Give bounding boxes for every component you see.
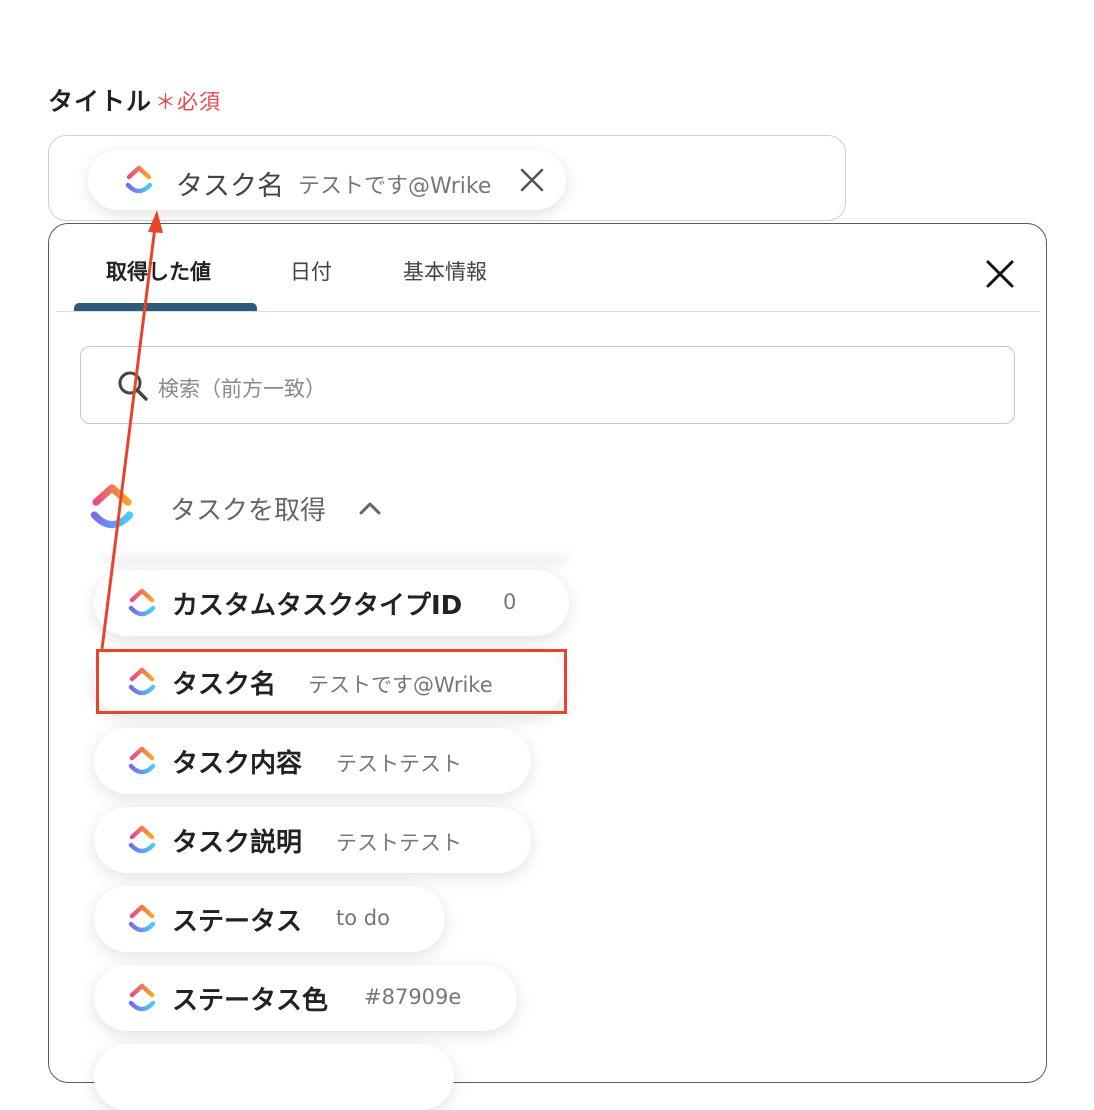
clickup-icon	[127, 586, 157, 620]
scroll-shadow	[102, 548, 570, 562]
selected-value-chip[interactable]: タスク名 テストです@Wrike	[88, 150, 566, 210]
search-icon	[118, 371, 148, 401]
item-name: タスク説明	[172, 828, 303, 858]
group-title[interactable]: タスクを取得	[170, 490, 326, 527]
item-value: #87909e	[364, 985, 462, 1009]
item-name: ステータス	[172, 907, 303, 937]
search-placeholder: 検索（前方一致）	[158, 377, 326, 401]
list-item[interactable]: ステータス to do	[94, 886, 445, 952]
required-badge: ＊必須	[155, 90, 221, 114]
chip-value: テストです@Wrike	[298, 174, 492, 199]
field-label: タイトル	[48, 87, 153, 116]
clickup-icon	[124, 163, 154, 197]
chip-name: タスク名	[176, 171, 284, 202]
active-tab-indicator	[74, 303, 257, 311]
item-value: 0	[503, 590, 517, 614]
tab-acquired-values[interactable]: 取得した値	[106, 256, 211, 286]
chevron-up-icon[interactable]	[357, 497, 383, 519]
clickup-icon	[127, 902, 157, 936]
item-name: カスタムタスクタイプID	[172, 591, 463, 621]
list-item[interactable]	[94, 1044, 454, 1110]
annotation-highlight-box	[96, 649, 567, 714]
item-name: ステータス色	[172, 986, 329, 1016]
list-item[interactable]: タスク内容 テストテスト	[94, 728, 531, 794]
item-value: テストテスト	[336, 752, 462, 776]
list-item[interactable]: タスク説明 テストテスト	[94, 807, 531, 873]
tabs-divider	[56, 311, 1040, 312]
item-value: to do	[336, 906, 390, 930]
tab-basic-info[interactable]: 基本情報	[403, 256, 487, 286]
item-name: タスク内容	[172, 749, 303, 779]
clickup-icon	[88, 479, 136, 535]
clickup-icon	[127, 823, 157, 857]
close-icon[interactable]	[518, 166, 546, 194]
list-item[interactable]: ステータス色 #87909e	[94, 965, 517, 1031]
list-item[interactable]: カスタムタスクタイプID 0	[94, 570, 569, 636]
clickup-icon	[127, 981, 157, 1015]
tab-date[interactable]: 日付	[290, 256, 332, 286]
close-icon[interactable]	[982, 256, 1018, 292]
clickup-icon	[127, 744, 157, 778]
item-value: テストテスト	[336, 831, 462, 855]
